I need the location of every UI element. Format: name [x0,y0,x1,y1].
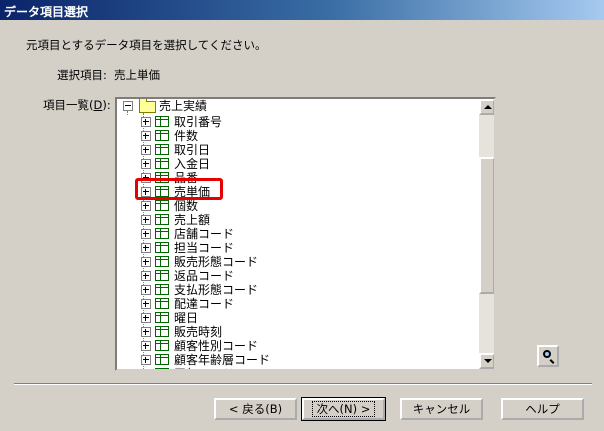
expand-icon[interactable] [141,243,151,253]
table-icon [155,200,169,211]
cancel-button[interactable]: キャンセル [400,398,483,420]
expand-icon[interactable] [141,145,151,155]
tree-item[interactable]: 取引番号 [119,115,369,129]
next-button-label: 次へ(N) > [311,401,376,417]
tree-item[interactable]: 支払形態コード [119,283,369,297]
zoom-button[interactable] [537,345,559,367]
item-tree[interactable]: 売上実績 取引番号 件数 取引日 入金日 品番 売単価 個数 売上額 店舗コード 担当コード 販売形… [115,97,496,371]
tree-item[interactable]: 個数 [119,199,369,213]
tree-item[interactable]: 取引日 [119,143,369,157]
scroll-up-arrow-icon [484,105,492,109]
item-list-label-suffix: ): [102,98,111,112]
tree-item-label: 売上額 [174,213,211,227]
expand-icon[interactable] [141,299,151,309]
tree-item[interactable]: 入金日 [119,157,369,171]
table-icon [155,256,169,267]
separator-line-highlight [14,384,592,385]
expand-icon[interactable] [141,215,151,225]
title-bar[interactable]: データ項目選択 [0,0,604,20]
scroll-thumb[interactable] [479,157,494,294]
table-icon [155,368,169,369]
window-title: データ項目選択 [4,5,89,19]
tree-item-label: 店舗コード [174,227,235,241]
tree-item-label: 支払形態コード [174,283,259,297]
table-icon [155,312,169,323]
expand-icon[interactable] [141,131,151,141]
table-icon [155,326,169,337]
scroll-down-button[interactable] [479,353,494,369]
folder-icon [139,99,156,113]
magnifier-icon [543,350,551,358]
expand-icon[interactable] [141,229,151,239]
table-icon [155,214,169,225]
selected-item-value: 売上単価 [114,68,160,82]
help-button[interactable]: ヘルプ [501,398,584,420]
tree-item-label: 販売形態コード [174,255,259,269]
expand-icon[interactable] [141,271,151,281]
expand-icon[interactable] [141,117,151,127]
expand-icon[interactable] [141,159,151,169]
collapse-icon[interactable] [123,101,133,111]
table-icon [155,284,169,295]
expand-icon[interactable] [141,355,151,365]
tree-item-label: 返品コード [174,269,235,283]
tree-item-label: 個数 [174,199,199,213]
tree-item[interactable]: 販売形態コード [119,255,369,269]
tree-item-label: 顧客年齢層コード [174,353,271,367]
tree-item-label: 担当コード [174,241,235,255]
expand-icon[interactable] [141,257,151,267]
tree-item-label: 顧客性別コード [174,339,259,353]
tree-item-label: 入金日 [174,157,211,171]
table-icon [155,130,169,141]
tree-item[interactable]: 顧客性別コード [119,339,369,353]
tree-item[interactable]: 天気コード [119,367,369,369]
tree-item[interactable]: 顧客年齢層コード [119,353,369,367]
item-list-label: 項目一覧(D): [43,97,111,113]
selected-item-label: 選択項目: [57,68,107,82]
tree-content: 売上実績 取引番号 件数 取引日 入金日 品番 売単価 個数 売上額 店舗コード 担当コード 販売形… [117,99,479,369]
tree-root-label: 売上実績 [159,99,208,113]
table-icon [155,144,169,155]
tree-item[interactable]: 返品コード [119,269,369,283]
tree-item[interactable]: 担当コード [119,241,369,255]
tree-item[interactable]: 販売時刻 [119,325,369,339]
table-icon [155,270,169,281]
table-icon [155,340,169,351]
tree-item-label: 件数 [174,129,199,143]
expand-icon[interactable] [141,285,151,295]
tree-item[interactable]: 売上額 [119,213,369,227]
tree-item[interactable]: 曜日 [119,311,369,325]
highlight-annotation [135,178,223,200]
tree-item[interactable]: 配達コード [119,297,369,311]
tree-item-label: 曜日 [174,311,199,325]
tree-item-label: 取引日 [174,143,211,157]
table-icon [155,158,169,169]
dialog-window: データ項目選択 元項目とするデータ項目を選択してください。 選択項目: 売上単価… [0,0,604,431]
vertical-scrollbar[interactable] [479,99,494,369]
expand-icon[interactable] [141,201,151,211]
table-icon [155,228,169,239]
tree-item[interactable]: 件数 [119,129,369,143]
table-icon [155,242,169,253]
expand-icon[interactable] [141,327,151,337]
expand-icon[interactable] [141,341,151,351]
table-icon [155,354,169,365]
tree-item-label: 取引番号 [174,115,223,129]
next-button[interactable]: 次へ(N) > [301,397,386,421]
tree-item[interactable]: 店舗コード [119,227,369,241]
table-icon [155,298,169,309]
table-icon [155,116,169,127]
tree-item-label: 販売時刻 [174,325,223,339]
back-button[interactable]: < 戻る(B) [214,398,297,420]
tree-item-label: 天気コード [174,367,234,369]
expand-icon[interactable] [141,313,151,323]
instruction-text: 元項目とするデータ項目を選択してください。 [26,38,267,52]
scroll-up-button[interactable] [479,99,494,115]
tree-root-node[interactable]: 売上実績 [119,99,319,113]
scroll-down-arrow-icon [484,359,492,363]
tree-item-label: 配達コード [174,297,235,311]
item-list-label-prefix: 項目一覧( [43,98,94,112]
